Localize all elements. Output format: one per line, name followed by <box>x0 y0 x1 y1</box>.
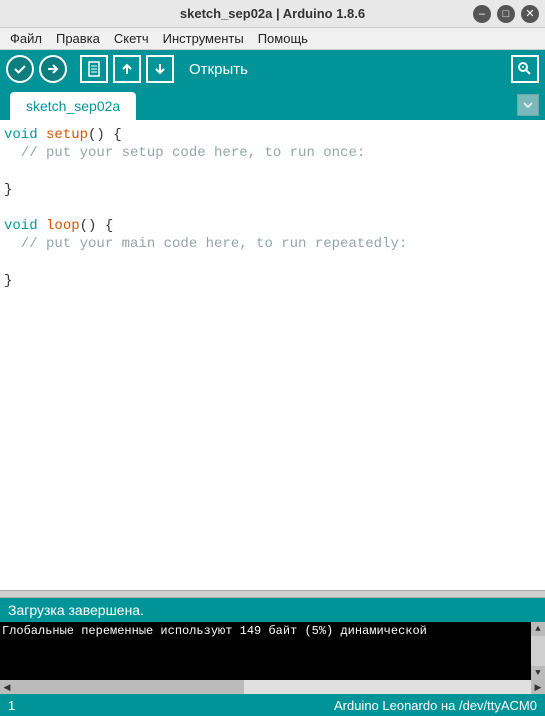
upload-button[interactable] <box>39 55 67 83</box>
toolbar: Открыть <box>0 50 545 88</box>
arrow-up-icon <box>120 62 134 76</box>
scroll-right-button[interactable]: ▶ <box>531 680 545 694</box>
sketch-tab[interactable]: sketch_sep02a <box>10 92 136 120</box>
window-controls: ‒ □ ✕ <box>473 5 539 23</box>
file-icon <box>87 61 101 77</box>
menu-file[interactable]: Файл <box>4 29 48 48</box>
console-vertical-scrollbar[interactable]: ▲ ▼ <box>531 622 545 680</box>
menu-edit[interactable]: Правка <box>50 29 106 48</box>
console-line: Глобальные переменные используют 149 бай… <box>2 624 427 638</box>
close-button[interactable]: ✕ <box>521 5 539 23</box>
line-number: 1 <box>8 698 15 713</box>
menu-tools[interactable]: Инструменты <box>157 29 250 48</box>
minimize-button[interactable]: ‒ <box>473 5 491 23</box>
window-title: sketch_sep02a | Arduino 1.8.6 <box>180 6 365 21</box>
menu-sketch[interactable]: Скетч <box>108 29 155 48</box>
tab-menu-button[interactable] <box>517 94 539 116</box>
save-button[interactable] <box>146 55 174 83</box>
code-editor[interactable]: void setup() { // put your setup code he… <box>0 120 545 590</box>
bottom-info-bar: 1 Arduino Leonardo на /dev/ttyACM0 <box>0 694 545 716</box>
window-titlebar: sketch_sep02a | Arduino 1.8.6 ‒ □ ✕ <box>0 0 545 28</box>
arrow-right-icon <box>46 62 60 76</box>
scroll-left-button[interactable]: ◀ <box>0 680 14 694</box>
verify-button[interactable] <box>6 55 34 83</box>
splitter-handle[interactable] <box>0 590 545 598</box>
serial-monitor-button[interactable] <box>511 55 539 83</box>
console-output[interactable]: Глобальные переменные используют 149 бай… <box>0 622 545 680</box>
menubar: Файл Правка Скетч Инструменты Помощь <box>0 28 545 50</box>
console-horizontal-scrollbar[interactable]: ◀ ▶ <box>0 680 545 694</box>
scroll-up-button[interactable]: ▲ <box>531 622 545 636</box>
status-message: Загрузка завершена. <box>8 602 144 618</box>
scroll-down-button[interactable]: ▼ <box>531 666 545 680</box>
maximize-button[interactable]: □ <box>497 5 515 23</box>
new-button[interactable] <box>80 55 108 83</box>
toolbar-action-label: Открыть <box>189 61 248 78</box>
arrow-down-icon <box>153 62 167 76</box>
check-icon <box>13 62 27 76</box>
tab-bar: sketch_sep02a <box>0 88 545 120</box>
board-port-info: Arduino Leonardo на /dev/ttyACM0 <box>334 698 537 713</box>
chevron-down-icon <box>523 102 533 108</box>
menu-help[interactable]: Помощь <box>252 29 314 48</box>
open-button[interactable] <box>113 55 141 83</box>
serial-monitor-icon <box>517 61 533 77</box>
status-bar: Загрузка завершена. <box>0 598 545 622</box>
scroll-thumb[interactable] <box>14 680 244 694</box>
scroll-track[interactable] <box>14 680 531 694</box>
